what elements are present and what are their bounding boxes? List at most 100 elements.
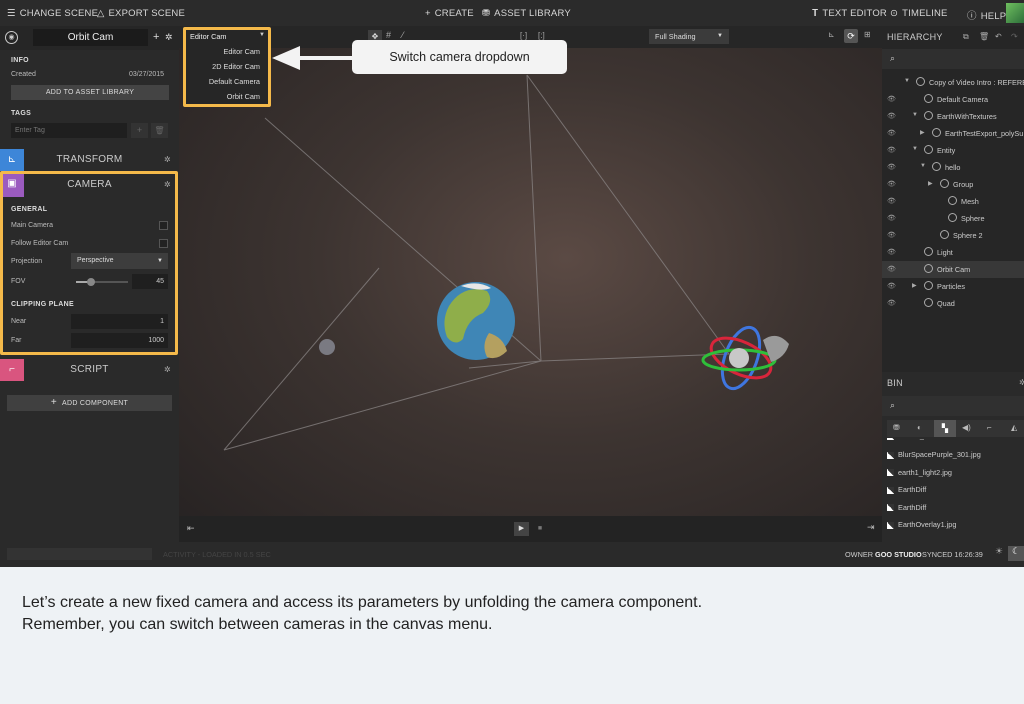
hierarchy-item[interactable]: 👁 ▼ hello bbox=[882, 159, 1024, 176]
expand-arrow-icon[interactable]: ▼ bbox=[912, 112, 918, 118]
hierarchy-item[interactable]: 👁 Sphere 2 bbox=[882, 227, 1024, 244]
scene-filter-icon[interactable]: ◭ bbox=[1011, 423, 1017, 432]
settings-icon[interactable]: ✲ bbox=[165, 32, 173, 43]
hierarchy-item[interactable]: ▼ Copy of Video Intro : REFERE bbox=[882, 74, 1024, 91]
frame-icon[interactable]: [:] bbox=[538, 31, 545, 40]
hierarchy-item[interactable]: 👁 Quad bbox=[882, 295, 1024, 312]
text-editor-button[interactable]: 𝐓 TEXT EDITOR bbox=[812, 8, 887, 19]
hierarchy-search[interactable]: ⌕ bbox=[882, 49, 1024, 69]
expand-arrow-icon[interactable]: ▶ bbox=[920, 129, 925, 136]
add-icon[interactable]: + bbox=[153, 31, 159, 43]
undo-icon[interactable]: ↶ bbox=[995, 32, 1002, 41]
add-to-asset-library-button[interactable]: ADD TO ASSET LIBRARY bbox=[11, 85, 169, 100]
hierarchy-item[interactable]: 👁 ▼ Entity bbox=[882, 142, 1024, 159]
timeline-button[interactable]: ⊙ TIMELINE bbox=[890, 8, 948, 19]
light-theme-icon[interactable]: ☀ bbox=[992, 546, 1006, 561]
dark-theme-icon[interactable]: ☾ bbox=[1008, 546, 1024, 561]
menu-icon: ☰ bbox=[7, 8, 16, 19]
orbit-icon[interactable]: ⟳ bbox=[844, 29, 858, 43]
play-button[interactable]: ▶ bbox=[514, 522, 529, 536]
expand-arrow-icon[interactable]: ▼ bbox=[920, 163, 926, 169]
asset-library-button[interactable]: ⛃ ASSET LIBRARY bbox=[482, 8, 571, 19]
hierarchy-item[interactable]: 👁 Mesh bbox=[882, 193, 1024, 210]
bin-filter-bar: ⛃ ◐ ▚ ◀) ⌐ ◭ bbox=[887, 420, 1024, 437]
grid-icon[interactable]: # bbox=[386, 30, 391, 40]
snap-icon[interactable]: [·] bbox=[520, 31, 527, 40]
add-component-button[interactable]: + ADD COMPONENT bbox=[7, 395, 172, 411]
visibility-eye-icon[interactable]: 👁 bbox=[887, 231, 896, 239]
bin-item[interactable]: BlurSpacePurple_301.jpg bbox=[887, 450, 1024, 467]
bin-item[interactable]: Assets_Mat bbox=[887, 438, 1024, 448]
hierarchy-item[interactable]: 👁 Default Camera bbox=[882, 91, 1024, 108]
expand-arrow-icon[interactable]: ▶ bbox=[928, 180, 933, 187]
visibility-eye-icon[interactable]: 👁 bbox=[887, 197, 896, 205]
bin-item[interactable]: EarthOverlay1.jpg bbox=[887, 520, 1024, 537]
transform-component-header[interactable]: ⊾ TRANSFORM ✲ bbox=[0, 149, 179, 171]
command-input[interactable] bbox=[7, 548, 152, 560]
visibility-eye-icon[interactable]: 👁 bbox=[887, 112, 896, 120]
bin-item[interactable]: EarthDiff bbox=[887, 503, 1024, 520]
user-avatar[interactable] bbox=[1006, 3, 1024, 23]
fullscreen-icon[interactable]: ⊞ bbox=[864, 30, 871, 39]
stop-button[interactable]: ■ bbox=[535, 522, 545, 536]
export-scene-button[interactable]: △ EXPORT SCENE bbox=[97, 8, 185, 19]
visibility-eye-icon[interactable]: 👁 bbox=[887, 214, 896, 222]
exit-icon[interactable]: ⇤ bbox=[187, 523, 195, 534]
visibility-eye-icon[interactable]: 👁 bbox=[887, 129, 896, 137]
bin-item[interactable]: EarthDiff bbox=[887, 485, 1024, 502]
trash-icon[interactable]: 🗑 bbox=[979, 32, 989, 41]
sound-filter-icon[interactable]: ◀) bbox=[962, 423, 971, 432]
change-scene-button[interactable]: ☰ CHANGE SCENE bbox=[7, 8, 98, 19]
add-tag-button[interactable]: + bbox=[131, 123, 148, 138]
scene-viewport[interactable]: ✥ # ⁄ [·] [:] Full Shading ▼ ⊾ ⟳ ⊞ ⇤ ▶ ■… bbox=[179, 26, 882, 542]
visibility-eye-icon[interactable]: 👁 bbox=[887, 180, 896, 188]
hierarchy-item[interactable]: 👁 Orbit Cam bbox=[882, 261, 1024, 278]
script-filter-icon[interactable]: ⌐ bbox=[987, 423, 992, 432]
help-button[interactable]: ⓘ HELP bbox=[967, 8, 1006, 22]
bin-item-label: earth1_light2.jpg bbox=[898, 467, 952, 477]
transform-settings-icon[interactable]: ✲ bbox=[164, 155, 171, 164]
script-settings-icon[interactable]: ✲ bbox=[164, 365, 171, 374]
hierarchy-item[interactable]: 👁 ▶ Group bbox=[882, 176, 1024, 193]
entity-name-field[interactable]: Orbit Cam bbox=[33, 29, 148, 46]
expand-arrow-icon[interactable]: ▶ bbox=[912, 282, 917, 289]
visibility-eye-icon[interactable]: 👁 bbox=[887, 163, 896, 171]
hierarchy-item-label: Orbit Cam bbox=[937, 265, 971, 274]
redo-icon[interactable]: ↷ bbox=[1011, 32, 1018, 41]
hierarchy-item[interactable]: 👁 ▶ Particles bbox=[882, 278, 1024, 295]
shading-select[interactable]: Full Shading ▼ bbox=[649, 29, 729, 44]
bin-search[interactable]: ⌕ bbox=[882, 396, 1024, 416]
duplicate-icon[interactable]: ⧉ bbox=[963, 32, 969, 42]
light-gizmo[interactable] bbox=[319, 339, 335, 355]
delete-tag-button[interactable]: 🗑 bbox=[151, 123, 168, 138]
texture-filter-icon[interactable]: ▚ bbox=[934, 420, 956, 437]
scene-canvas[interactable] bbox=[179, 48, 882, 516]
earth-globe[interactable] bbox=[437, 282, 515, 360]
hierarchy-item[interactable]: 👁 Light bbox=[882, 244, 1024, 261]
callout-label: Switch camera dropdown bbox=[352, 40, 567, 74]
visibility-eye-icon[interactable]: 👁 bbox=[887, 146, 896, 154]
hierarchy-item[interactable]: 👁 ▶ EarthTestExport_polySu bbox=[882, 125, 1024, 142]
visibility-eye-icon[interactable]: 👁 bbox=[887, 248, 896, 256]
visibility-eye-icon[interactable]: 👁 bbox=[887, 299, 896, 307]
visibility-eye-icon[interactable]: 👁 bbox=[887, 282, 896, 290]
enter-icon[interactable]: ⇥ bbox=[867, 522, 875, 533]
visibility-eye-icon[interactable]: 👁 bbox=[887, 265, 896, 273]
bin-settings-icon[interactable]: ✲ bbox=[1019, 378, 1024, 387]
axis-icon[interactable]: ⊾ bbox=[828, 30, 835, 39]
callout-arrow bbox=[272, 46, 352, 70]
expand-arrow-icon[interactable]: ▼ bbox=[912, 146, 918, 152]
entity-filter-icon[interactable]: ⛃ bbox=[893, 423, 900, 432]
expand-arrow-icon[interactable]: ▼ bbox=[904, 78, 910, 84]
inspector-header: ◉ Orbit Cam + ✲ bbox=[0, 26, 179, 50]
material-filter-icon[interactable]: ◐ bbox=[917, 423, 922, 432]
script-component-header[interactable]: ⌐ SCRIPT ✲ bbox=[0, 359, 179, 381]
hierarchy-item[interactable]: 👁 ▼ EarthWithTextures bbox=[882, 108, 1024, 125]
create-button[interactable]: + CREATE bbox=[425, 8, 474, 19]
hierarchy-item[interactable]: 👁 Sphere bbox=[882, 210, 1024, 227]
visibility-eye-icon[interactable]: 👁 bbox=[887, 95, 896, 103]
orbit-cam-gizmo[interactable] bbox=[701, 322, 789, 393]
tag-input[interactable] bbox=[11, 123, 127, 138]
brush-icon[interactable]: ⁄ bbox=[402, 30, 404, 40]
bin-item[interactable]: earth1_light2.jpg bbox=[887, 468, 1024, 485]
